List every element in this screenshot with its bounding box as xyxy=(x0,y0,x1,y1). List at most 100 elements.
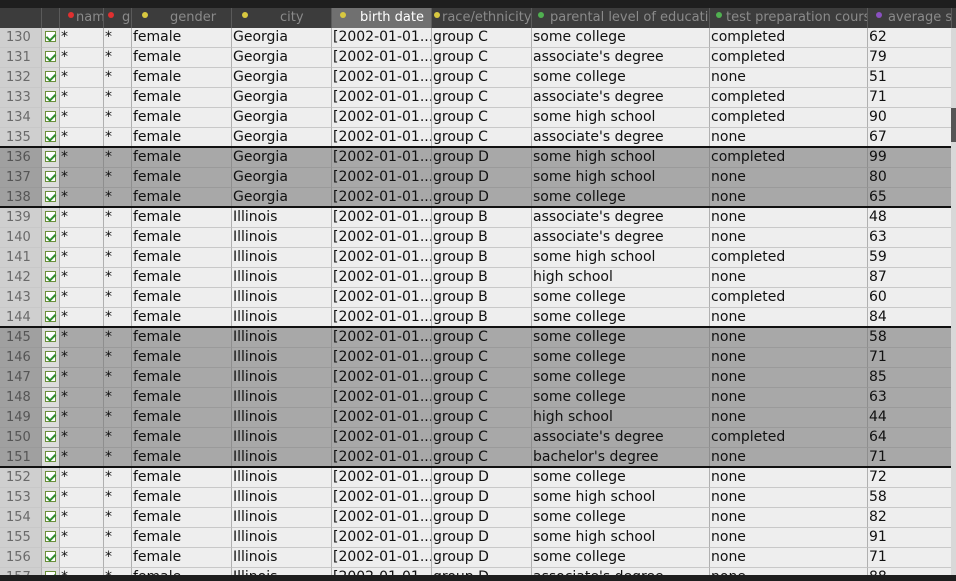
gender-cell[interactable]: female xyxy=(132,88,232,108)
row-checkbox[interactable] xyxy=(42,368,60,388)
city-cell[interactable]: Illinois xyxy=(232,308,332,328)
average-score-cell[interactable]: 82 xyxy=(868,508,952,528)
table-row[interactable]: 147 * * female Illinois [2002-01-01... group C… xyxy=(0,368,956,388)
gender-cell[interactable]: female xyxy=(132,68,232,88)
test-prep-cell[interactable]: completed xyxy=(710,148,868,168)
gender-cell[interactable]: female xyxy=(132,168,232,188)
birth-date-cell[interactable]: [2002-01-01... xyxy=(332,248,432,268)
city-cell[interactable]: Illinois xyxy=(232,348,332,368)
row-checkbox[interactable] xyxy=(42,488,60,508)
average-score-cell[interactable]: 71 xyxy=(868,348,952,368)
birth-date-cell[interactable]: [2002-01-01... xyxy=(332,448,432,468)
row-checkbox[interactable] xyxy=(42,188,60,208)
test-prep-cell[interactable]: none xyxy=(710,308,868,328)
parental-education-cell[interactable]: high school xyxy=(532,268,710,288)
average-score-cell[interactable]: 60 xyxy=(868,288,952,308)
birth-date-cell[interactable]: [2002-01-01... xyxy=(332,208,432,228)
average-score-cell[interactable]: 72 xyxy=(868,468,952,488)
name-cell[interactable]: * xyxy=(60,268,104,288)
city-cell[interactable]: Georgia xyxy=(232,168,332,188)
gen-cell[interactable]: * xyxy=(104,428,132,448)
table-row[interactable]: 153 * * female Illinois [2002-01-01... group D… xyxy=(0,488,956,508)
gender-cell[interactable]: female xyxy=(132,528,232,548)
gen-cell[interactable]: * xyxy=(104,328,132,348)
column-header-average-score[interactable]: average score xyxy=(868,8,952,28)
gender-cell[interactable]: female xyxy=(132,368,232,388)
row-checkbox[interactable] xyxy=(42,228,60,248)
name-cell[interactable]: * xyxy=(60,88,104,108)
name-cell[interactable]: * xyxy=(60,68,104,88)
parental-education-cell[interactable]: some college xyxy=(532,508,710,528)
city-cell[interactable]: Illinois xyxy=(232,488,332,508)
parental-education-cell[interactable]: some college xyxy=(532,328,710,348)
checkbox-checked-icon[interactable] xyxy=(45,531,56,542)
gender-cell[interactable]: female xyxy=(132,48,232,68)
race-ethnicity-cell[interactable]: group C xyxy=(432,408,532,428)
birth-date-cell[interactable]: [2002-01-01... xyxy=(332,488,432,508)
birth-date-cell[interactable]: [2002-01-01... xyxy=(332,408,432,428)
parental-education-cell[interactable]: bachelor's degree xyxy=(532,448,710,468)
race-ethnicity-cell[interactable]: group B xyxy=(432,268,532,288)
race-ethnicity-cell[interactable]: group C xyxy=(432,428,532,448)
test-prep-cell[interactable]: none xyxy=(710,68,868,88)
race-ethnicity-cell[interactable]: group D xyxy=(432,468,532,488)
city-cell[interactable]: Illinois xyxy=(232,248,332,268)
birth-date-cell[interactable]: [2002-01-01... xyxy=(332,528,432,548)
test-prep-cell[interactable]: none xyxy=(710,388,868,408)
checkbox-checked-icon[interactable] xyxy=(45,31,56,42)
parental-education-cell[interactable]: some college xyxy=(532,548,710,568)
gender-cell[interactable]: female xyxy=(132,108,232,128)
race-ethnicity-cell[interactable]: group B xyxy=(432,248,532,268)
checkbox-checked-icon[interactable] xyxy=(45,151,56,162)
name-cell[interactable]: * xyxy=(60,508,104,528)
race-ethnicity-cell[interactable]: group C xyxy=(432,328,532,348)
column-header-parental-level-of-education[interactable]: parental level of education xyxy=(532,8,710,28)
row-checkbox[interactable] xyxy=(42,428,60,448)
table-row[interactable]: 150 * * female Illinois [2002-01-01... group C… xyxy=(0,428,956,448)
gender-cell[interactable]: female xyxy=(132,448,232,468)
birth-date-cell[interactable]: [2002-01-01... xyxy=(332,128,432,148)
birth-date-cell[interactable]: [2002-01-01... xyxy=(332,388,432,408)
name-cell[interactable]: * xyxy=(60,108,104,128)
gen-cell[interactable]: * xyxy=(104,508,132,528)
gen-cell[interactable]: * xyxy=(104,48,132,68)
race-ethnicity-cell[interactable]: group C xyxy=(432,108,532,128)
average-score-cell[interactable]: 44 xyxy=(868,408,952,428)
gen-cell[interactable]: * xyxy=(104,148,132,168)
parental-education-cell[interactable]: associate's degree xyxy=(532,428,710,448)
name-cell[interactable]: * xyxy=(60,408,104,428)
average-score-cell[interactable]: 79 xyxy=(868,48,952,68)
table-row[interactable]: 138 * * female Georgia [2002-01-01... group Ds… xyxy=(0,188,956,208)
city-cell[interactable]: Illinois xyxy=(232,528,332,548)
race-ethnicity-cell[interactable]: group B xyxy=(432,288,532,308)
row-checkbox[interactable] xyxy=(42,468,60,488)
name-cell[interactable]: * xyxy=(60,188,104,208)
race-ethnicity-cell[interactable]: group C xyxy=(432,388,532,408)
row-checkbox[interactable] xyxy=(42,308,60,328)
column-header-name[interactable]: name xyxy=(60,8,104,28)
birth-date-cell[interactable]: [2002-01-01... xyxy=(332,548,432,568)
test-prep-cell[interactable]: none xyxy=(710,208,868,228)
row-checkbox[interactable] xyxy=(42,448,60,468)
race-ethnicity-cell[interactable]: group D xyxy=(432,488,532,508)
race-ethnicity-cell[interactable]: group C xyxy=(432,448,532,468)
parental-education-cell[interactable]: some college xyxy=(532,68,710,88)
table-row[interactable]: 156 * * female Illinois [2002-01-01... group D… xyxy=(0,548,956,568)
name-cell[interactable]: * xyxy=(60,488,104,508)
gen-cell[interactable]: * xyxy=(104,368,132,388)
checkbox-checked-icon[interactable] xyxy=(45,111,56,122)
average-score-cell[interactable]: 58 xyxy=(868,328,952,348)
city-cell[interactable]: Georgia xyxy=(232,108,332,128)
table-row[interactable]: 139 * * female Illinois [2002-01-01... group B… xyxy=(0,206,956,230)
city-cell[interactable]: Illinois xyxy=(232,268,332,288)
race-ethnicity-cell[interactable]: group B xyxy=(432,208,532,228)
race-ethnicity-cell[interactable]: group C xyxy=(432,68,532,88)
test-prep-cell[interactable]: none xyxy=(710,488,868,508)
gender-cell[interactable]: female xyxy=(132,488,232,508)
gen-cell[interactable]: * xyxy=(104,488,132,508)
race-ethnicity-cell[interactable]: group D xyxy=(432,188,532,208)
row-checkbox[interactable] xyxy=(42,548,60,568)
gen-cell[interactable]: * xyxy=(104,548,132,568)
gender-cell[interactable]: female xyxy=(132,308,232,328)
row-checkbox[interactable] xyxy=(42,408,60,428)
